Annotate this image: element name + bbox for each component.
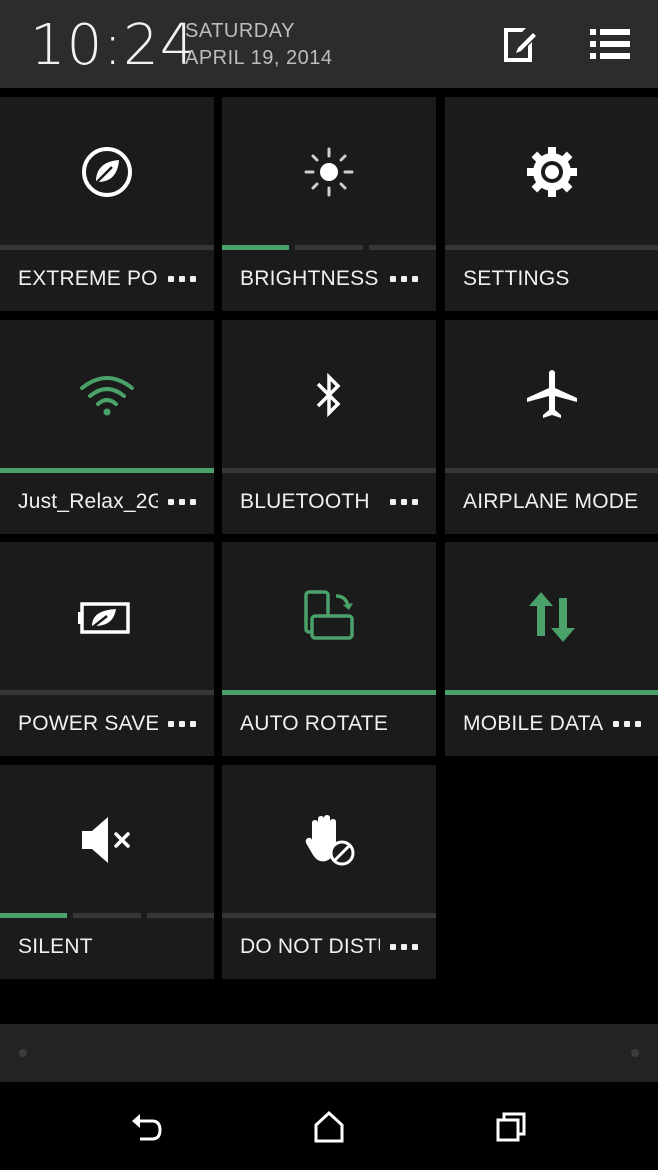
tile-brightness[interactable]: BRIGHTNESS: [222, 97, 436, 311]
more-options-icon[interactable]: [168, 273, 198, 285]
list-icon: [590, 29, 630, 59]
brightness-level-bar: [222, 245, 436, 250]
date: APRIL 19, 2014: [185, 47, 333, 69]
page-indicator-dot: [631, 1049, 639, 1057]
list-view-button[interactable]: [584, 18, 636, 70]
tile-label: DO NOT DISTURB: [240, 935, 380, 958]
recents-button[interactable]: [481, 1100, 541, 1154]
tile-auto-rotate[interactable]: AUTO ROTATE: [222, 542, 436, 756]
state-bar: [0, 690, 214, 695]
page-indicator-dot: [19, 1049, 27, 1057]
tile-label: BRIGHTNESS: [240, 267, 379, 290]
tile-label: POWER SAVER: [18, 712, 158, 735]
tile-label: SETTINGS: [463, 267, 570, 290]
gear-icon: [527, 147, 577, 197]
mute-icon: [82, 817, 130, 863]
state-bar: [222, 468, 436, 473]
back-button[interactable]: [116, 1100, 176, 1154]
edit-tiles-button[interactable]: [492, 18, 544, 70]
tile-label: SILENT: [18, 935, 93, 958]
tile-label: BLUETOOTH: [240, 490, 370, 513]
tile-wifi[interactable]: Just_Relax_2G: [0, 320, 214, 534]
home-icon: [314, 1110, 344, 1143]
more-options-icon[interactable]: [168, 496, 198, 508]
navigation-bar: [0, 1082, 658, 1170]
page-indicator-strip: [0, 1024, 658, 1082]
airplane-icon: [527, 370, 577, 418]
leaf-circle-icon: [82, 147, 132, 197]
tile-settings[interactable]: SETTINGS: [445, 97, 658, 311]
tile-power-saver[interactable]: POWER SAVER: [0, 542, 214, 756]
mobile-data-icon: [529, 592, 575, 642]
home-button[interactable]: [299, 1100, 359, 1154]
state-bar: [222, 913, 436, 918]
tile-extreme-power-saver[interactable]: EXTREME POWER SAVER: [0, 97, 214, 311]
tile-label: Just_Relax_2G: [18, 490, 158, 513]
tile-label: MOBILE DATA: [463, 712, 603, 735]
tile-label: EXTREME POWER SAVER: [18, 267, 158, 290]
tile-label: AIRPLANE MODE: [463, 490, 639, 513]
state-bar: [445, 690, 658, 695]
more-options-icon[interactable]: [390, 273, 420, 285]
tile-silent[interactable]: SILENT: [0, 765, 214, 979]
tile-mobile-data[interactable]: MOBILE DATA: [445, 542, 658, 756]
tile-bluetooth[interactable]: BLUETOOTH: [222, 320, 436, 534]
tile-label: AUTO ROTATE: [240, 712, 389, 735]
state-bar: [0, 245, 214, 250]
edit-icon: [504, 28, 536, 62]
wifi-icon: [80, 376, 134, 416]
state-bar: [445, 245, 658, 250]
back-icon: [132, 1114, 162, 1141]
state-bar: [0, 468, 214, 473]
more-options-icon[interactable]: [168, 718, 198, 730]
more-options-icon[interactable]: [613, 718, 643, 730]
battery-leaf-icon: [78, 602, 130, 634]
rotate-icon: [304, 590, 354, 640]
status-header: 10:24 SATURDAY APRIL 19, 2014: [0, 0, 658, 88]
bluetooth-icon: [316, 372, 341, 418]
more-options-icon[interactable]: [390, 941, 420, 953]
recents-icon: [496, 1112, 526, 1142]
more-options-icon[interactable]: [390, 496, 420, 508]
brightness-icon: [304, 147, 354, 197]
day-of-week: SATURDAY: [185, 20, 295, 42]
state-bar: [445, 468, 658, 473]
do-not-disturb-icon: [305, 815, 355, 866]
clock-time: 10:24: [30, 13, 197, 78]
tile-airplane-mode[interactable]: AIRPLANE MODE: [445, 320, 658, 534]
state-bar: [222, 690, 436, 695]
tile-do-not-disturb[interactable]: DO NOT DISTURB: [222, 765, 436, 979]
sound-level-bar: [0, 913, 214, 918]
